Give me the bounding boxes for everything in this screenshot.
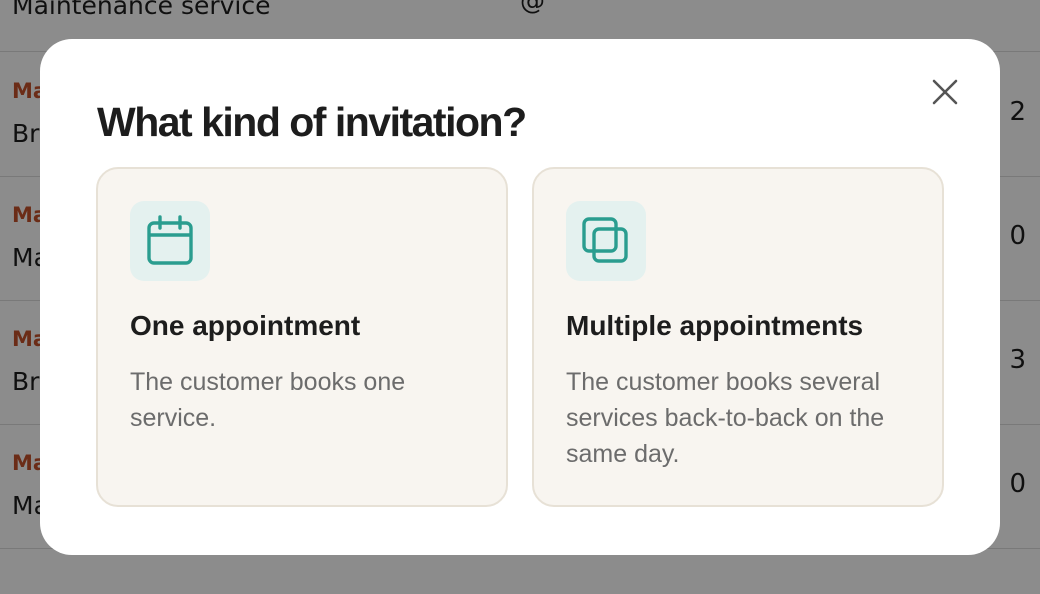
stacked-squares-icon bbox=[582, 217, 628, 263]
invitation-type-dialog: What kind of invitation? One appointment… bbox=[40, 39, 1000, 555]
option-one-appointment[interactable]: One appointment The customer books one s… bbox=[96, 167, 508, 507]
option-multiple-appointments[interactable]: Multiple appointments The customer books… bbox=[532, 167, 944, 507]
close-icon bbox=[932, 79, 958, 105]
dialog-title: What kind of invitation? bbox=[97, 99, 527, 145]
stacked-squares-icon-tile bbox=[566, 201, 646, 281]
option-title: One appointment bbox=[130, 310, 361, 341]
option-description: The customer books several services back… bbox=[566, 368, 885, 468]
option-title: Multiple appointments bbox=[566, 310, 864, 341]
close-button[interactable] bbox=[926, 73, 964, 111]
calendar-icon-tile bbox=[130, 201, 210, 281]
calendar-icon bbox=[147, 215, 193, 265]
option-description: The customer books one service. bbox=[130, 368, 406, 432]
